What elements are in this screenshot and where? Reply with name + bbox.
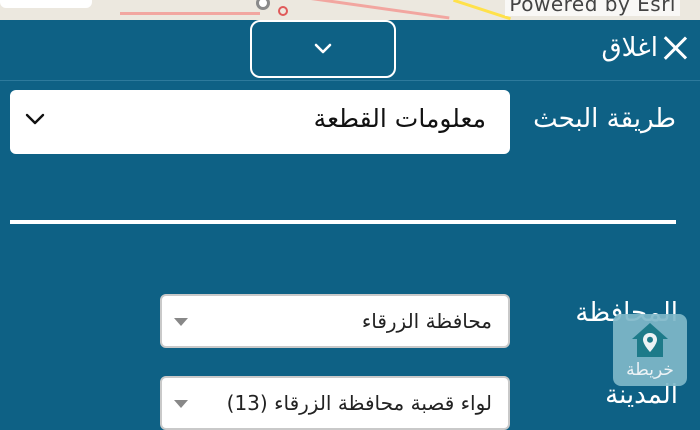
panel-header: اغلاق bbox=[0, 20, 700, 81]
city-value: لواء قصبة محافظة الزرقاء (13) bbox=[226, 391, 492, 415]
map-point-icon bbox=[278, 6, 288, 16]
close-button[interactable]: اغلاق bbox=[601, 28, 688, 68]
governorate-value: محافظة الزرقاء bbox=[361, 309, 492, 333]
map-button-label: خريطة bbox=[626, 360, 674, 380]
search-method-select[interactable]: معلومات القطعة bbox=[10, 90, 510, 154]
close-icon bbox=[662, 35, 688, 61]
search-method-value: معلومات القطعة bbox=[313, 104, 486, 133]
close-label: اغلاق bbox=[601, 33, 658, 63]
map-button[interactable]: خريطة bbox=[613, 314, 687, 386]
map-marker-icon bbox=[256, 0, 270, 10]
map-home-pin-icon bbox=[632, 323, 668, 357]
collapse-button[interactable] bbox=[250, 20, 396, 78]
dropdown-arrow-icon bbox=[174, 400, 188, 408]
map-control bbox=[0, 0, 92, 8]
governorate-select[interactable]: محافظة الزرقاء bbox=[160, 294, 510, 348]
map-road bbox=[300, 0, 450, 20]
map-road-highlight bbox=[453, 0, 511, 20]
dropdown-arrow-icon bbox=[174, 318, 188, 326]
section-divider bbox=[10, 220, 676, 224]
map-view[interactable]: Powered by Esri bbox=[0, 0, 700, 20]
chevron-down-icon bbox=[314, 43, 332, 54]
map-attribution: Powered by Esri bbox=[505, 0, 680, 16]
city-select[interactable]: لواء قصبة محافظة الزرقاء (13) bbox=[160, 376, 510, 430]
map-road bbox=[120, 12, 260, 15]
chevron-down-icon bbox=[25, 113, 45, 125]
search-method-label: طريقة البحث bbox=[533, 104, 676, 134]
